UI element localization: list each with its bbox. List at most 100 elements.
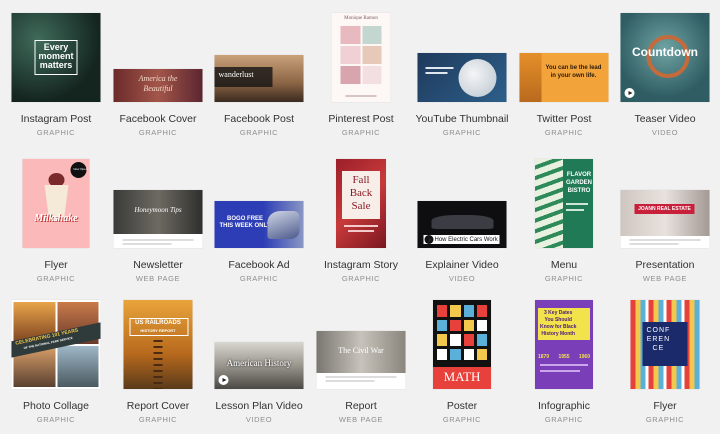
- thumbnail: Countdown: [620, 13, 710, 102]
- thumb-text: Fall: [352, 174, 370, 186]
- thumb-text: THIS WEEK ONLY: [219, 223, 271, 229]
- template-label: Facebook Ad: [228, 259, 290, 271]
- thumbnail: Honeymoon Tips: [113, 190, 203, 248]
- thumb-text: BISTRO: [567, 188, 591, 194]
- thumbnail: Monique Ramon: [331, 13, 391, 102]
- template-instagram-story[interactable]: Fall Back Sale Instagram Story GRAPHIC: [309, 152, 413, 283]
- thumb-text: You can be the lead: [545, 65, 602, 71]
- template-label: Twitter Post: [536, 113, 592, 125]
- thumb-text: CONF: [646, 327, 671, 334]
- template-teaser-video[interactable]: Countdown Teaser Video VIDEO: [613, 6, 717, 137]
- template-flyer-conference[interactable]: CONF EREN CE Flyer GRAPHIC: [613, 293, 717, 424]
- thumb-text: BOGO FREE: [227, 216, 264, 222]
- thumbnail: CONF EREN CE: [630, 300, 700, 389]
- template-label: Flyer: [44, 259, 68, 271]
- template-type: GRAPHIC: [442, 415, 482, 424]
- template-menu[interactable]: FLAVOR GARDEN BISTRO Menu GRAPHIC: [512, 152, 616, 283]
- template-type: GRAPHIC: [138, 128, 178, 137]
- template-type: GRAPHIC: [36, 415, 76, 424]
- play-icon: [624, 88, 635, 98]
- thumb-text: Back: [349, 187, 373, 199]
- template-pinterest-post[interactable]: Monique Ramon Pinterest Post GRAPHIC: [309, 6, 413, 137]
- template-label: Presentation: [635, 259, 695, 271]
- thumbnail: FLAVOR GARDEN BISTRO: [535, 159, 593, 248]
- template-infographic[interactable]: 3 Key Dates You Should Know for Black Hi…: [512, 293, 616, 424]
- thumbnail: Fall Back Sale: [336, 159, 386, 248]
- thumb-text: Sale: [351, 200, 371, 212]
- template-label: Newsletter: [133, 259, 183, 271]
- template-type: GRAPHIC: [544, 274, 584, 283]
- template-twitter-post[interactable]: You can be the lead in your own life. Tw…: [512, 6, 616, 137]
- template-photo-collage[interactable]: CELEBRATING 101 YEARS OF THE NATIONAL PA…: [4, 293, 108, 424]
- thumb-text: EREN: [646, 336, 671, 343]
- thumbnail: How Electric Cars Work: [417, 201, 507, 248]
- template-facebook-ad[interactable]: BOGO FREE THIS WEEK ONLY Facebook Ad GRA…: [207, 152, 311, 283]
- thumb-text: History Month: [541, 331, 575, 337]
- template-facebook-post[interactable]: wanderlust Facebook Post GRAPHIC: [207, 6, 311, 137]
- thumb-text: matters: [39, 60, 73, 70]
- thumb-text: Honeymoon Tips: [134, 206, 182, 214]
- template-report-cover[interactable]: US RAILROADS HISTORY REPORT Report Cover…: [106, 293, 210, 424]
- template-presentation[interactable]: JOANN REAL ESTATE Presentation WEB PAGE: [613, 152, 717, 283]
- thumb-text: HISTORY REPORT: [140, 328, 176, 333]
- template-type: WEB PAGE: [338, 415, 384, 424]
- template-type: GRAPHIC: [544, 128, 584, 137]
- template-type: GRAPHIC: [239, 128, 279, 137]
- template-lesson-plan-video[interactable]: American History Lesson Plan Video VIDEO: [207, 293, 311, 424]
- thumb-text: 1955: [558, 354, 570, 360]
- template-type: GRAPHIC: [36, 274, 76, 283]
- thumb-text: You Should: [544, 317, 572, 323]
- template-instagram-post[interactable]: Every moment matters Instagram Post GRAP…: [4, 6, 108, 137]
- template-label: Menu: [550, 259, 578, 271]
- thumbnail: BOGO FREE THIS WEEK ONLY: [214, 201, 304, 248]
- thumb-text: JOANN REAL ESTATE: [638, 206, 691, 212]
- template-label: Flyer: [653, 400, 677, 412]
- template-type: GRAPHIC: [442, 128, 482, 137]
- thumb-text: GARDEN: [566, 180, 593, 186]
- thumb-text: wanderlust: [218, 70, 254, 79]
- template-type: GRAPHIC: [544, 415, 584, 424]
- thumbnail: US RAILROADS HISTORY REPORT: [123, 300, 193, 389]
- thumbnail: 3 Key Dates You Should Know for Black Hi…: [535, 300, 593, 389]
- template-label: Report: [345, 400, 377, 412]
- thumb-text: How Electric Cars Work: [434, 237, 498, 243]
- thumb-text: American History: [226, 358, 292, 368]
- template-facebook-cover[interactable]: America the Beautiful Facebook Cover GRA…: [106, 6, 210, 137]
- template-label: Infographic: [538, 400, 590, 412]
- thumb-text: FLAVOR: [566, 172, 592, 178]
- thumbnail: CELEBRATING 101 YEARS OF THE NATIONAL PA…: [11, 300, 101, 389]
- template-label: Photo Collage: [23, 400, 89, 412]
- template-youtube-thumbnail[interactable]: YouTube Thumbnail GRAPHIC: [410, 6, 514, 137]
- template-type: VIDEO: [651, 128, 679, 137]
- template-label: Explainer Video: [425, 259, 499, 271]
- play-icon: [424, 235, 434, 244]
- thumbnail: JOANN REAL ESTATE: [620, 190, 710, 248]
- template-label: YouTube Thumbnail: [415, 113, 509, 125]
- thumb-text: in your own life.: [550, 73, 597, 79]
- template-flyer[interactable]: Now Open Milkshake Flyer GRAPHIC: [4, 152, 108, 283]
- thumb-text: 3 Key Dates: [544, 310, 573, 316]
- thumbnail: Every moment matters: [11, 13, 101, 102]
- template-newsletter[interactable]: Honeymoon Tips Newsletter WEB PAGE: [106, 152, 210, 283]
- thumb-text: The Civil War: [338, 346, 384, 355]
- template-label: Instagram Story: [323, 259, 399, 271]
- template-type: VIDEO: [245, 415, 273, 424]
- thumb-text: Know for Black: [540, 324, 577, 330]
- thumbnail: Now Open Milkshake: [22, 159, 90, 248]
- thumbnail: America the Beautiful: [113, 69, 203, 102]
- template-report[interactable]: The Civil War Report WEB PAGE: [309, 293, 413, 424]
- thumb-text: MATH: [443, 369, 481, 384]
- thumb-text: CE: [652, 345, 665, 352]
- template-type: WEB PAGE: [642, 274, 688, 283]
- template-type: GRAPHIC: [138, 415, 178, 424]
- template-type: GRAPHIC: [341, 274, 381, 283]
- thumbnail: MATH: [433, 300, 491, 389]
- thumbnail: American History: [214, 342, 304, 389]
- template-label: Facebook Post: [223, 113, 295, 125]
- template-poster[interactable]: MATH Poster GRAPHIC: [410, 293, 514, 424]
- template-type: GRAPHIC: [36, 128, 76, 137]
- template-label: Report Cover: [126, 400, 190, 412]
- template-explainer-video[interactable]: How Electric Cars Work Explainer Video V…: [410, 152, 514, 283]
- thumb-text: US RAILROADS: [135, 320, 181, 326]
- thumbnail: wanderlust: [214, 55, 304, 102]
